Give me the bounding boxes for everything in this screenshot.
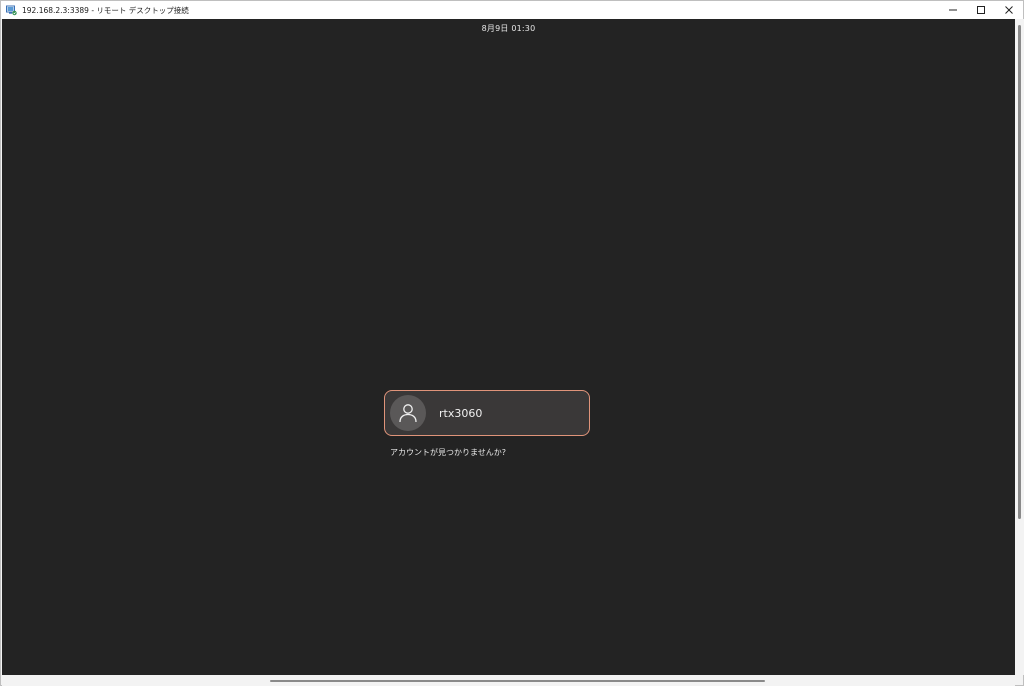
maximize-button[interactable] [967, 1, 995, 19]
not-listed-link[interactable]: アカウントが見つかりませんか? [390, 447, 506, 458]
user-avatar-icon [399, 404, 417, 423]
close-icon [1005, 6, 1013, 14]
username-label: rtx3060 [439, 406, 483, 420]
remote-desktop-icon[interactable] [6, 5, 17, 16]
user-avatar [390, 395, 426, 431]
vertical-scrollbar[interactable] [1015, 19, 1024, 675]
horizontal-scrollbar[interactable] [2, 675, 1015, 686]
clock: 8月9日 01:30 [481, 24, 536, 33]
title-bar[interactable]: 192.168.2.3:3389 - リモート デスクトップ接続 [1, 1, 1023, 19]
minimize-icon [949, 9, 957, 11]
remote-session-screen: 8月9日 01:30 rtx3060 アカウントが見つかりませんか? [2, 19, 1015, 675]
maximize-icon [977, 6, 985, 14]
horizontal-scrollbar-thumb[interactable] [270, 680, 765, 682]
window-title: 192.168.2.3:3389 - リモート デスクトップ接続 [22, 5, 189, 15]
remote-desktop-window: 192.168.2.3:3389 - リモート デスクトップ接続 8月9日 01… [0, 0, 1024, 686]
user-list-item[interactable]: rtx3060 [384, 390, 590, 436]
window-controls [939, 1, 1023, 19]
vertical-scrollbar-thumb[interactable] [1018, 25, 1021, 519]
minimize-button[interactable] [939, 1, 967, 19]
close-button[interactable] [995, 1, 1023, 19]
